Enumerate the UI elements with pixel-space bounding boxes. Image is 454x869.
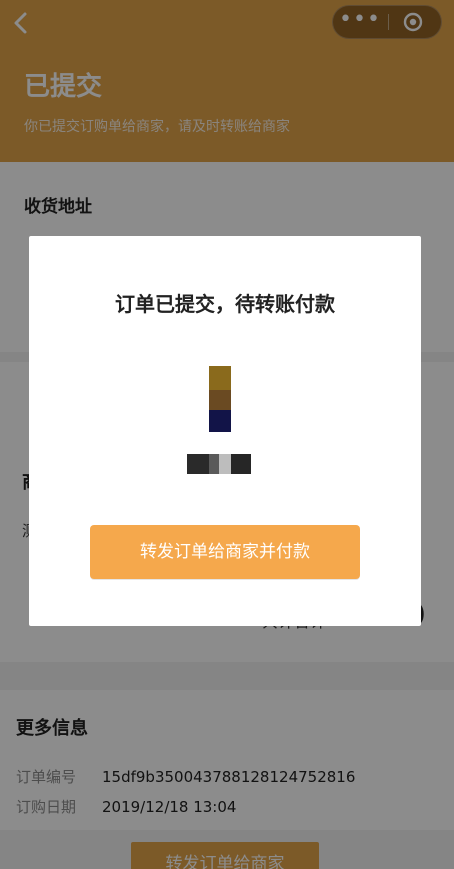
blurred-qr-strip xyxy=(187,454,251,474)
dialog-title: 订单已提交，待转账付款 xyxy=(115,292,335,316)
forward-and-pay-button[interactable]: 转发订单给商家并付款 xyxy=(90,525,360,579)
blurred-qr-image xyxy=(209,366,231,432)
order-page: ••• 已提交 你已提交订购单给商家，请及时转账给商家 收货地址 商 测 共计合… xyxy=(0,0,454,869)
submitted-dialog: 订单已提交，待转账付款 转发订单给商家并付款 xyxy=(29,236,421,626)
